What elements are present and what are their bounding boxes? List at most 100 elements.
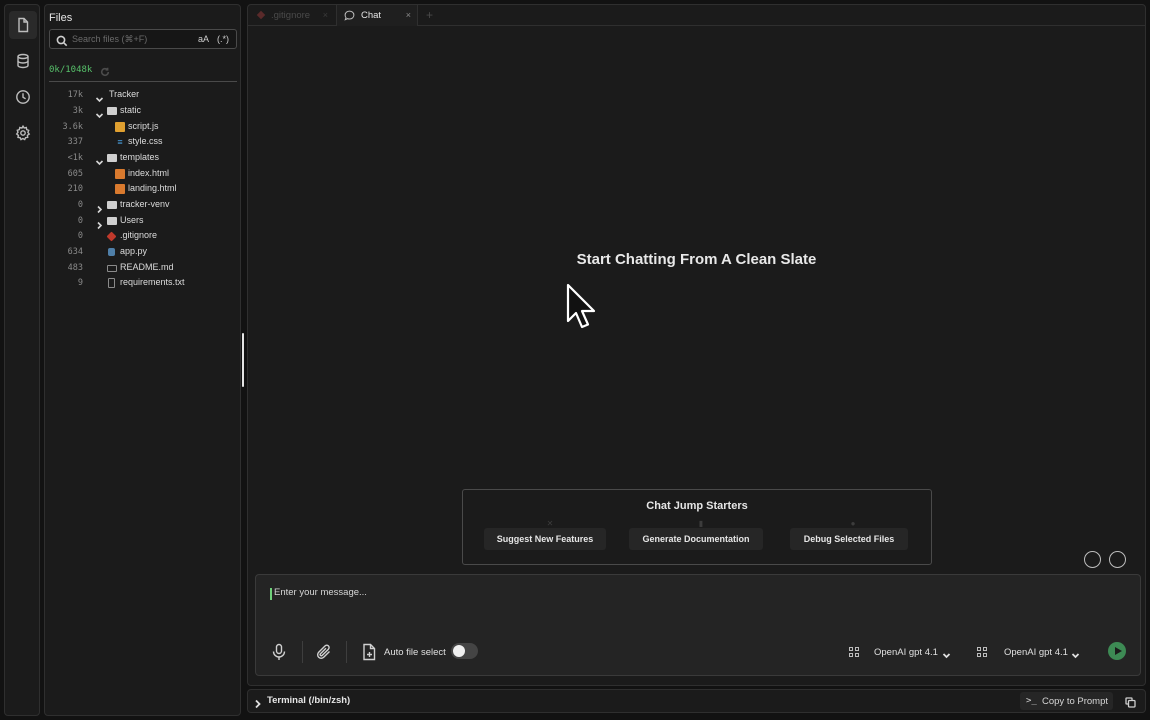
terminal-label: Terminal (/bin/zsh) [267,695,351,706]
tree-row-templates[interactable]: <1k templates [45,151,240,166]
scroll-control-button[interactable] [1109,551,1126,568]
settings-activity-button[interactable] [9,119,37,147]
regex-toggle[interactable]: (.*) [217,34,229,44]
toolbar-divider [302,641,303,663]
tree-item-size: 210 [67,184,83,194]
chat-bubble-icon [344,10,355,21]
git-file-icon [106,231,117,242]
tab-label: Chat [361,10,382,21]
message-input[interactable] [274,587,874,603]
database-icon [17,53,29,69]
panel-resize-handle[interactable] [242,333,244,387]
tree-row-static[interactable]: 3k static [45,104,240,119]
file-search-box[interactable]: aA (.*) [49,29,237,49]
file-icon [18,17,29,33]
chevron-right-icon[interactable] [253,696,262,709]
bug-icon: ● [850,519,856,528]
text-caret [270,588,272,600]
chevron-down-icon[interactable] [95,107,104,119]
chevron-down-icon[interactable] [95,154,104,166]
scroll-control-button[interactable] [1084,551,1101,568]
match-case-toggle[interactable]: aA [198,34,209,44]
tab-bar: .gitignore × Chat × + [248,5,1145,26]
chevron-right-icon[interactable] [95,217,104,230]
generate-docs-button[interactable]: Generate Documentation [629,528,763,550]
tree-row-tracker[interactable]: 17k Tracker [45,88,240,103]
suggest-features-button[interactable]: Suggest New Features [484,528,606,550]
tree-item-label: static [120,105,142,115]
tree-row-style-css[interactable]: 337 ≡ style.css [45,135,240,150]
auto-file-select-toggle[interactable] [451,643,478,659]
search-icon [56,34,68,47]
tree-item-size: 634 [67,247,83,257]
refresh-icon[interactable] [100,64,110,77]
tree-item-label: Users [120,215,144,225]
css-file-icon: ≡ [117,137,123,147]
tree-row-script-js[interactable]: 3.6k script.js [45,120,240,135]
chat-jump-starters: Chat Jump Starters ✕ Suggest New Feature… [462,489,932,565]
tree-row-index-html[interactable]: 605 index.html [45,167,240,182]
empty-state-heading: Start Chatting From A Clean Slate [576,251,817,268]
tree-row-readme-md[interactable]: 483 README.md [45,261,240,276]
paperclip-icon[interactable] [315,643,333,661]
copy-to-prompt-label: Copy to Prompt [1042,696,1108,707]
tree-row-tracker-venv[interactable]: 0 tracker-venv [45,198,240,214]
tree-item-label: templates [120,152,160,162]
tree-item-size: 3.6k [62,122,83,132]
clock-icon [16,90,30,104]
chevron-right-icon[interactable] [95,201,104,214]
tree-item-size: 0 [77,200,83,210]
model-select-label[interactable]: OpenAI gpt 4.1 [874,647,938,658]
auto-file-select-label: Auto file select [384,647,446,658]
tree-item-label: tracker-venv [120,199,170,209]
git-file-icon [256,10,266,20]
tree-row-users[interactable]: 0 Users [45,214,240,230]
tree-item-label: index.html [128,168,170,178]
javascript-file-icon [115,122,125,132]
message-composer: Auto file select OpenAI gpt 4.1 OpenAI g… [255,574,1141,676]
tree-row-landing-html[interactable]: 210 landing.html [45,182,240,197]
starters-title: Chat Jump Starters [646,500,748,512]
close-icon[interactable]: × [323,10,328,20]
tree-item-size: 337 [67,137,83,147]
grid-icon [977,647,987,657]
send-button[interactable] [1108,642,1126,660]
token-divider [49,81,237,82]
files-activity-button[interactable] [9,11,37,39]
tree-item-label: landing.html [128,183,177,193]
history-activity-button[interactable] [9,83,37,111]
files-panel: Files aA (.*) 0k/1048k 17k Tracker 3k st… [44,4,241,716]
copy-to-prompt-button[interactable]: >_ Copy to Prompt [1020,692,1113,710]
tree-item-size: 605 [67,169,83,179]
chevron-down-icon[interactable] [1071,647,1080,659]
tree-item-size: 9 [77,278,83,288]
html-file-icon [115,184,125,194]
tree-item-size: <1k [67,153,83,163]
database-activity-button[interactable] [9,47,37,75]
tree-item-label: script.js [128,121,159,131]
tab-chat[interactable]: Chat × [336,5,418,26]
tree-item-size: 0 [77,216,83,226]
toggle-knob [453,645,465,657]
close-icon[interactable]: × [406,10,411,20]
chevron-down-icon[interactable] [95,91,104,103]
microphone-icon[interactable] [270,643,288,661]
chevron-down-icon[interactable] [942,647,951,659]
tree-item-label: README.md [120,262,174,272]
add-tab-button[interactable]: + [426,8,433,22]
grid-icon [849,647,859,657]
tree-row-requirements-txt[interactable]: 9 requirements.txt [45,276,240,291]
debug-files-button[interactable]: Debug Selected Files [790,528,908,550]
tree-item-size: 3k [72,106,83,116]
tree-item-label: .gitignore [120,230,158,240]
copy-icon[interactable] [1125,695,1136,708]
tree-row-app-py[interactable]: 634 app.py [45,245,240,260]
tab-gitignore[interactable]: .gitignore × [248,5,334,26]
file-search-input[interactable] [72,32,190,46]
model-select-label[interactable]: OpenAI gpt 4.1 [1004,647,1068,658]
tab-label: .gitignore [271,10,311,21]
toolbar-divider [346,641,347,663]
markdown-file-icon [107,265,117,272]
tree-row-gitignore[interactable]: 0 .gitignore [45,229,240,244]
terminal-bar[interactable]: Terminal (/bin/zsh) >_ Copy to Prompt [247,689,1146,713]
